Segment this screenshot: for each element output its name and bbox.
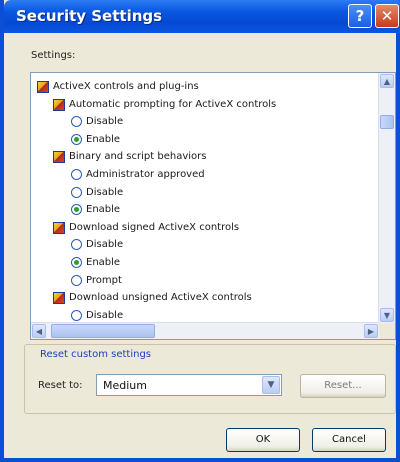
security-settings-dialog: Security Settings ? ✕ Settings: ActiveX … [0, 0, 400, 462]
security-setting-icon [53, 292, 65, 305]
option-row[interactable]: Prompt [71, 274, 371, 289]
close-button[interactable]: ✕ [375, 4, 399, 28]
setting-label: Prompt [86, 274, 122, 286]
setting-label: Disable [86, 116, 124, 128]
option-row[interactable]: Enable [71, 133, 371, 148]
option-row[interactable]: Disable [71, 116, 371, 130]
vertical-scroll-thumb[interactable] [380, 115, 394, 129]
setting-label: Disable [86, 309, 124, 321]
setting-label: Administrator approved [86, 169, 205, 180]
security-setting-icon [53, 221, 65, 234]
option-row[interactable]: Enable [71, 257, 371, 271]
scroll-right-button[interactable]: ▶ [364, 324, 378, 338]
option-row[interactable]: Disable [71, 186, 371, 201]
scroll-down-button[interactable]: ▼ [380, 308, 394, 322]
security-setting-icon [53, 98, 65, 111]
radio-unselected-icon[interactable] [71, 169, 82, 180]
option-row[interactable]: Disable [71, 239, 371, 253]
horizontal-scroll-thumb[interactable] [51, 324, 155, 338]
ok-button[interactable]: OK [226, 428, 300, 452]
category-row: ActiveX controls and plug-ins [37, 81, 337, 95]
scrollbar-corner [379, 323, 395, 339]
security-setting-icon [37, 81, 49, 93]
chevron-down-icon[interactable]: ▼ [262, 376, 280, 394]
setting-label: Download signed ActiveX controls [69, 221, 240, 233]
window-title: Security Settings [16, 7, 163, 25]
horizontal-scrollbar[interactable]: ◀ ▶ [31, 322, 379, 339]
vertical-scrollbar[interactable]: ▲ ▼ [378, 73, 395, 323]
security-setting-icon [53, 151, 65, 164]
reset-to-label: Reset to: [38, 380, 83, 391]
setting-label: Enable [86, 257, 121, 268]
title-bar[interactable]: Security Settings ? ✕ [4, 0, 400, 33]
setting-row: Download unsigned ActiveX controls [53, 292, 353, 306]
radio-selected-icon[interactable] [71, 204, 82, 216]
setting-row: Automatic prompting for ActiveX controls [53, 98, 353, 113]
setting-label: Enable [86, 204, 121, 216]
setting-label: Disable [86, 186, 124, 198]
cancel-button[interactable]: Cancel [312, 428, 386, 452]
radio-unselected-icon[interactable] [71, 186, 82, 198]
help-button[interactable]: ? [348, 4, 372, 28]
radio-unselected-icon[interactable] [71, 239, 82, 251]
scroll-up-button[interactable]: ▲ [380, 74, 394, 88]
scroll-left-button[interactable]: ◀ [32, 324, 46, 338]
settings-label: Settings: [31, 50, 76, 61]
radio-unselected-icon[interactable] [71, 116, 82, 128]
setting-label: Download unsigned ActiveX controls [69, 292, 252, 304]
reset-level-dropdown[interactable]: Medium ▼ [96, 374, 282, 396]
reset-level-value: Medium [103, 379, 147, 392]
radio-unselected-icon[interactable] [71, 274, 82, 286]
settings-list[interactable]: ActiveX controls and plug-ins Automatic p… [30, 72, 396, 340]
setting-label: Automatic prompting for ActiveX controls [69, 98, 277, 110]
reset-button[interactable]: Reset... [300, 374, 386, 398]
radio-selected-icon[interactable] [71, 133, 82, 145]
setting-row: Download signed ActiveX controls [53, 221, 353, 236]
setting-label: Enable [86, 133, 121, 145]
setting-label: Disable [86, 239, 124, 251]
radio-selected-icon[interactable] [71, 257, 82, 268]
option-row[interactable]: Administrator approved [71, 169, 371, 183]
setting-label: ActiveX controls and plug-ins [53, 81, 199, 92]
setting-label: Binary and script behaviors [69, 151, 207, 163]
radio-unselected-icon[interactable] [71, 309, 82, 321]
option-row[interactable]: Enable [71, 204, 371, 218]
reset-group-title: Reset custom settings [38, 349, 153, 360]
setting-row: Binary and script behaviors [53, 151, 353, 165]
